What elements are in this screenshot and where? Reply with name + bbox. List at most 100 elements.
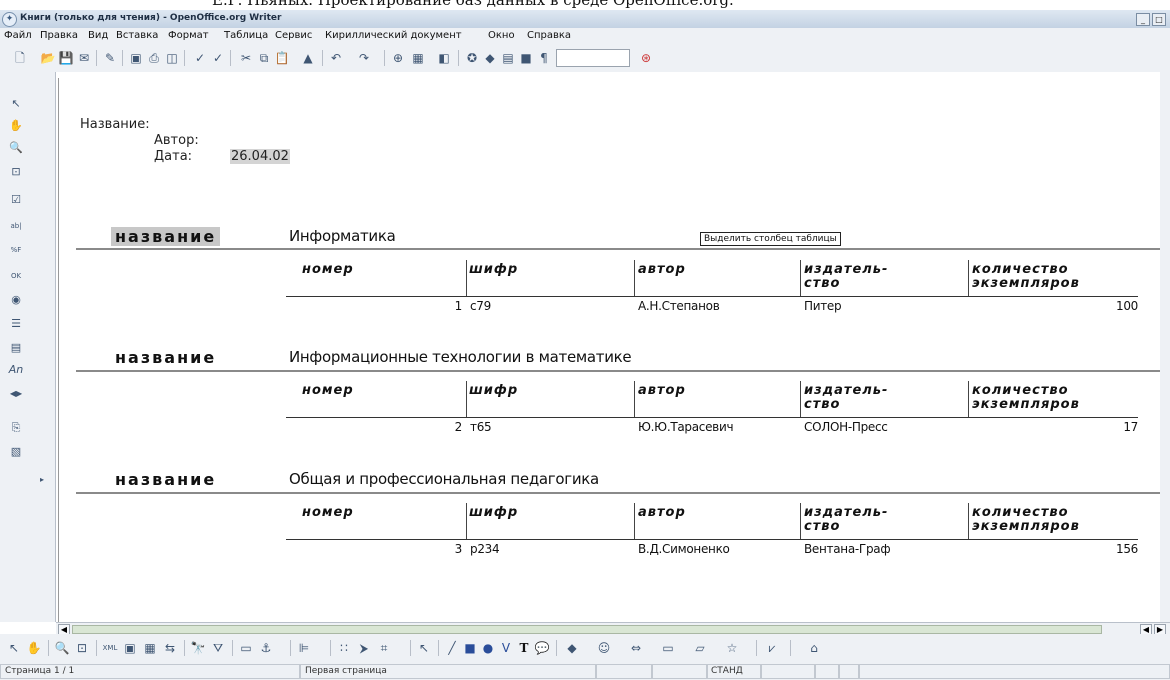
col-author: автор: [638, 383, 686, 398]
edit-icon[interactable]: ✎: [102, 50, 118, 66]
hyperlink-icon[interactable]: ⊕: [390, 50, 406, 66]
block-arrows-icon[interactable]: ⇔: [628, 640, 644, 656]
print-icon[interactable]: ⎙: [146, 50, 162, 66]
wrap-icon[interactable]: ⌗: [376, 640, 392, 656]
flowchart-icon[interactable]: ▭: [660, 640, 676, 656]
navigator-icon[interactable]: ✪: [464, 50, 480, 66]
filter-icon[interactable]: ⛛: [210, 640, 226, 656]
table-icon[interactable]: ▦: [410, 50, 426, 66]
line-icon[interactable]: ╱: [444, 640, 460, 656]
menu-insert[interactable]: Вставка: [116, 30, 158, 41]
zoom-combo[interactable]: [556, 49, 630, 67]
col-count: количество экземпляров: [972, 262, 1080, 291]
points-edit-icon[interactable]: ⩗: [764, 640, 780, 656]
formatted-field-icon[interactable]: %F: [8, 242, 24, 258]
image-icon[interactable]: ▣: [122, 640, 138, 656]
document-area[interactable]: Название: Автор: Дата: 26.04.02 Выделить…: [56, 72, 1166, 622]
design-icon[interactable]: ▧: [8, 444, 24, 460]
anchor-icon[interactable]: ⚓: [258, 640, 274, 656]
pilcrow-icon[interactable]: ¶: [536, 50, 552, 66]
grid-icon[interactable]: ▦: [142, 640, 158, 656]
col-code: шифр: [469, 383, 519, 398]
zoom-fit-icon[interactable]: ⊡: [74, 640, 90, 656]
cell-publisher: СОЛОН-Пресс: [804, 420, 888, 434]
basic-shapes-icon[interactable]: ◆: [564, 640, 580, 656]
undo-icon[interactable]: ↶: [328, 50, 344, 66]
open-icon[interactable]: 📂: [40, 50, 56, 66]
zoom-icon[interactable]: 🔍: [8, 140, 24, 156]
status-mode[interactable]: СТАНД: [706, 664, 762, 679]
select-icon[interactable]: ↖: [6, 640, 22, 656]
col-publisher: издатель- ство: [804, 505, 889, 534]
cut-icon[interactable]: ✂: [238, 50, 254, 66]
gallery-icon[interactable]: ◆: [482, 50, 498, 66]
col-count: количество экземпляров: [972, 383, 1080, 412]
ellipse-icon[interactable]: ●: [480, 640, 496, 656]
text-icon[interactable]: T: [516, 640, 532, 656]
checkbox-icon[interactable]: ☑: [8, 192, 24, 208]
zoom-fit-icon[interactable]: ⊡: [8, 164, 24, 180]
paste-icon[interactable]: 📋: [274, 50, 290, 66]
autospell-icon[interactable]: ✓: [210, 50, 226, 66]
hand-icon[interactable]: ✋: [26, 640, 42, 656]
menu-view[interactable]: Вид: [88, 30, 108, 41]
minimize-button[interactable]: _: [1136, 13, 1150, 26]
menu-bar: Файл Правка Вид Вставка Формат Таблица С…: [0, 28, 1170, 45]
menu-table[interactable]: Таблица: [224, 30, 268, 41]
xml-icon[interactable]: XML: [102, 640, 118, 656]
help-icon[interactable]: ⊛: [638, 50, 654, 66]
menu-tools[interactable]: Сервис: [275, 30, 312, 41]
callout-icon[interactable]: 💬: [534, 640, 550, 656]
col-publisher: издатель- ство: [804, 262, 889, 291]
menu-format[interactable]: Формат: [168, 30, 209, 41]
rectangle-icon[interactable]: ■: [462, 640, 478, 656]
zoom-icon[interactable]: 🔍: [54, 640, 70, 656]
hand-icon[interactable]: ✋: [8, 118, 24, 134]
menu-cyrillic-document[interactable]: Кириллический документ: [325, 30, 462, 41]
nonprint-chars-icon[interactable]: ■: [518, 50, 534, 66]
datasource-icon[interactable]: ▤: [500, 50, 516, 66]
spellcheck-icon[interactable]: ✓: [192, 50, 208, 66]
symbol-shapes-icon[interactable]: ☺: [596, 640, 612, 656]
menu-file[interactable]: Файл: [4, 30, 32, 41]
text-field-icon[interactable]: ab|: [8, 218, 24, 234]
maximize-button[interactable]: □: [1152, 13, 1166, 26]
mail-icon[interactable]: ✉: [76, 50, 92, 66]
extrusion-icon[interactable]: ⌂: [806, 640, 822, 656]
frame-icon[interactable]: ▭: [238, 640, 254, 656]
align-icon[interactable]: ⊫: [296, 640, 312, 656]
more-icon[interactable]: ▸: [34, 472, 50, 488]
status-selection[interactable]: [760, 664, 816, 679]
navigation-bar-icon[interactable]: ◀▶: [8, 386, 24, 402]
scroll-thumb[interactable]: [72, 625, 1102, 634]
pdf-icon[interactable]: ▣: [128, 50, 144, 66]
format-paint-icon[interactable]: ▲: [300, 50, 316, 66]
col-publisher: издатель- ство: [804, 383, 889, 412]
list-box-icon[interactable]: ☰: [8, 316, 24, 332]
freeform-icon[interactable]: ᐯ: [498, 640, 514, 656]
menu-edit[interactable]: Правка: [40, 30, 78, 41]
callouts-icon[interactable]: ▱: [692, 640, 708, 656]
select-icon[interactable]: ↖: [8, 96, 24, 112]
preview-icon[interactable]: ◫: [164, 50, 180, 66]
combo-box-icon[interactable]: ▤: [8, 340, 24, 356]
vertical-scrollbar[interactable]: [1160, 72, 1170, 622]
menu-window[interactable]: Окно: [488, 30, 515, 41]
find-icon[interactable]: 🔭: [190, 640, 206, 656]
label-icon[interactable]: An: [8, 362, 24, 378]
form-icon[interactable]: ⎘: [8, 420, 24, 436]
points-icon[interactable]: ∷: [336, 640, 352, 656]
col-number: номер: [302, 383, 354, 398]
tab-order-icon[interactable]: ⇆: [162, 640, 178, 656]
copy-icon[interactable]: ⧉: [256, 50, 272, 66]
stars-icon[interactable]: ☆: [724, 640, 740, 656]
show-draw-icon[interactable]: ◧: [436, 50, 452, 66]
radio-icon[interactable]: ◉: [8, 292, 24, 308]
bring-front-icon[interactable]: ⮞: [356, 640, 372, 656]
redo-icon[interactable]: ↷: [356, 50, 372, 66]
save-icon[interactable]: 💾: [58, 50, 74, 66]
draw-select-icon[interactable]: ↖: [416, 640, 432, 656]
button-icon[interactable]: OK: [8, 268, 24, 284]
menu-help[interactable]: Справка: [527, 30, 571, 41]
new-icon[interactable]: 🗋: [12, 50, 28, 66]
